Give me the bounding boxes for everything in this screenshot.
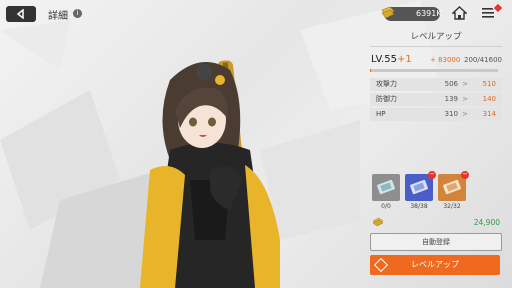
home-icon[interactable]: [452, 6, 467, 20]
character-illustration: [140, 60, 280, 288]
levelup-icon: [373, 257, 389, 273]
stat-next: 314: [482, 110, 496, 118]
stat-arrow-icon: >: [462, 110, 468, 118]
material-item-1[interactable]: 0/0: [372, 174, 400, 211]
stat-row-hp: HP 310 > 314: [370, 108, 502, 121]
stat-name: HP: [376, 110, 386, 118]
levelup-button-label: レベルアップ: [411, 260, 459, 269]
back-button[interactable]: [6, 6, 36, 22]
remove-item-button[interactable]: −: [461, 171, 469, 179]
level-increment: +1: [396, 54, 412, 65]
info-icon[interactable]: i: [73, 9, 82, 18]
level-row: LV.55+1 + 83000 200/41600: [370, 54, 502, 68]
xp-progress-bar: [370, 69, 498, 72]
level-display: LV.55+1: [371, 54, 412, 65]
ticket-icon: [377, 179, 395, 195]
levelup-button[interactable]: レベルアップ: [370, 255, 500, 275]
material-count: 0/0: [381, 203, 391, 210]
levelup-panel: レベルアップ LV.55+1 + 83000 200/41600 攻撃力 506…: [366, 27, 506, 288]
stat-row-defense: 防御力 139 > 140: [370, 93, 502, 106]
divider: [370, 46, 502, 47]
stat-current: 139: [444, 95, 458, 103]
currency-value: 6391K: [416, 9, 442, 18]
top-bar: 詳細 i 6391K: [0, 0, 512, 28]
coin-icon: [381, 6, 395, 19]
remove-item-button[interactable]: −: [428, 171, 436, 179]
level-label: LV.55: [371, 54, 397, 65]
back-arrow-icon: [16, 9, 24, 19]
gold-cost: 24,900: [473, 218, 500, 227]
stat-arrow-icon: >: [462, 80, 468, 88]
stat-next: 510: [482, 80, 496, 88]
stat-current: 506: [444, 80, 458, 88]
auto-register-button[interactable]: 自動登録: [370, 233, 502, 251]
material-item-2[interactable]: − 38/38: [405, 171, 436, 211]
material-item-3[interactable]: − 32/32: [438, 171, 469, 211]
xp-current: 200/41600: [464, 56, 502, 64]
gold-cost-row: 24,900: [370, 217, 502, 229]
panel-title: レベルアップ: [410, 32, 462, 42]
coin-icon: [372, 217, 384, 227]
xp-progress-fill: [370, 69, 371, 72]
stat-row-attack: 攻撃力 506 > 510: [370, 78, 502, 91]
stat-current: 310: [444, 110, 458, 118]
stat-next: 140: [482, 95, 496, 103]
page-title: 詳細: [48, 11, 68, 22]
stat-arrow-icon: >: [462, 95, 468, 103]
material-count: 32/32: [443, 203, 461, 210]
stat-name: 攻撃力: [376, 80, 397, 88]
xp-gain: + 83000: [430, 56, 461, 64]
stat-name: 防御力: [376, 95, 397, 103]
material-card: [372, 174, 400, 201]
material-count: 38/38: [410, 203, 428, 210]
